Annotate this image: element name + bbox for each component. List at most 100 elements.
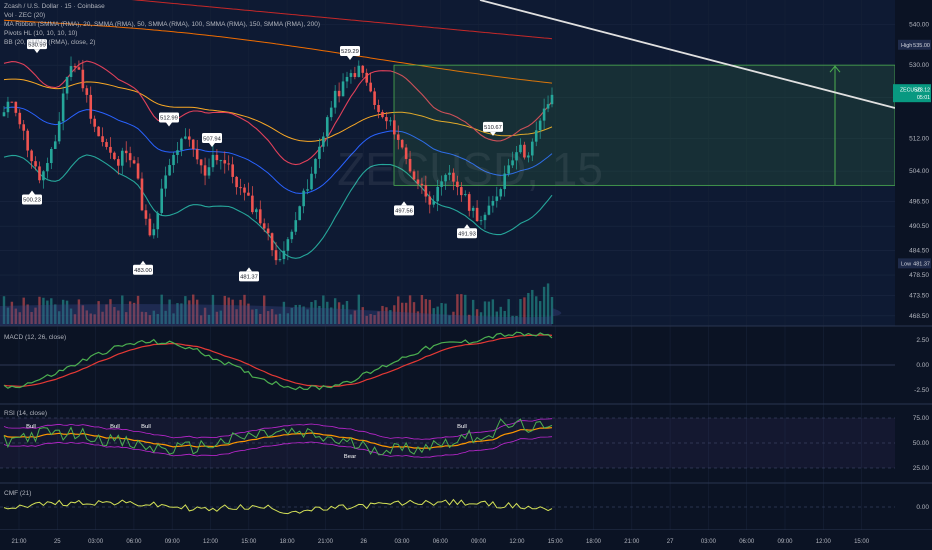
- candle-body: [424, 185, 428, 197]
- rsi-tick-label: 25.00: [913, 465, 930, 472]
- candle-body: [294, 220, 298, 232]
- candle-body: [42, 171, 45, 181]
- candle-body: [255, 209, 258, 213]
- price-tick-label: 484.50: [909, 248, 929, 255]
- candle-body: [463, 194, 467, 196]
- candle-body: [507, 165, 510, 174]
- candle-body: [310, 173, 313, 190]
- candle-body: [353, 73, 357, 77]
- candle-body: [195, 149, 199, 160]
- candle-body: [77, 67, 81, 70]
- candle-body: [61, 93, 65, 122]
- candle-body: [144, 210, 148, 219]
- candle-body: [322, 136, 325, 147]
- candle-body: [219, 160, 223, 162]
- candle-body: [22, 124, 26, 131]
- macd-tick-label: 0.00: [916, 362, 929, 369]
- candle-body: [274, 250, 278, 261]
- pivot-label: 500.23: [23, 198, 41, 204]
- price-tick-label: 478.50: [909, 272, 929, 279]
- price-tick-label: 540.00: [909, 21, 929, 28]
- candle-body: [385, 117, 388, 122]
- time-tick-label: 06:00: [126, 539, 142, 545]
- candle-body: [475, 207, 479, 222]
- candle-body: [479, 220, 483, 222]
- bull-signal-label: Bull: [110, 424, 120, 430]
- candle-body: [6, 101, 10, 113]
- bull-signal-label: Bull: [457, 424, 467, 430]
- pivot-label: 481.37: [240, 275, 258, 281]
- candle-body: [393, 120, 396, 135]
- candle-body: [199, 159, 203, 166]
- pivot-label: 507.94: [203, 136, 222, 142]
- candle-body: [377, 105, 380, 112]
- indicator-vol[interactable]: Vol · ZEC (20): [4, 11, 320, 20]
- time-tick-label: 03:00: [701, 539, 717, 545]
- time-tick-label: 09:00: [165, 539, 181, 545]
- price-tick-label: 496.50: [909, 199, 929, 206]
- candle-body: [81, 69, 85, 89]
- candle-body: [160, 188, 163, 213]
- indicator-pivots[interactable]: Pivots HL (10, 10, 10, 10): [4, 29, 320, 38]
- candle-body: [262, 223, 266, 229]
- candle-body: [471, 207, 475, 211]
- rsi-tick-label: 50.00: [913, 440, 930, 447]
- candle-body: [546, 104, 550, 109]
- candle-body: [207, 167, 211, 176]
- candle-body: [247, 192, 250, 196]
- candle-body: [357, 65, 361, 77]
- candle-body: [120, 150, 124, 166]
- candle-body: [128, 153, 132, 161]
- chart-stage: ZECUSD, 15 530.99 500.23 483.00 512.99 507.94…: [0, 0, 932, 550]
- candle-body: [408, 158, 412, 172]
- time-tick-label: 21:00: [624, 539, 640, 545]
- symbol-title: Zcash / U.S. Dollar · 15 · Coinbase: [4, 3, 105, 10]
- candle-body: [290, 231, 294, 240]
- pivot-label: 529.29: [341, 49, 359, 55]
- time-tick-label: 26: [360, 539, 367, 545]
- indicator-ma-ribbon[interactable]: MA Ribbon (SMMA (RMA), 20, SMMA (RMA), 5…: [4, 20, 320, 29]
- candle-body: [349, 73, 353, 77]
- candle-body: [341, 81, 345, 97]
- candle-body: [467, 194, 471, 211]
- pivot-label: 483.00: [134, 268, 152, 274]
- cmf-title[interactable]: CMF (21): [4, 490, 31, 497]
- candle-body: [373, 91, 376, 106]
- candle-body: [184, 136, 187, 139]
- rsi-title[interactable]: RSI (14, close): [4, 410, 47, 417]
- macd-tick-label: -2.50: [914, 387, 929, 394]
- candle-body: [396, 134, 400, 140]
- time-tick-label: 06:00: [433, 539, 449, 545]
- candle-body: [258, 209, 262, 224]
- time-tick-label: 25: [54, 539, 61, 545]
- price-tick-label: 473.50: [909, 292, 929, 299]
- time-tick-label: 21:00: [318, 539, 334, 545]
- candle-body: [436, 186, 439, 202]
- time-tick-label: 09:00: [471, 539, 487, 545]
- candle-body: [2, 112, 6, 117]
- candle-body: [534, 130, 538, 142]
- macd-tick-label: 2.50: [916, 337, 929, 344]
- candle-body: [266, 228, 270, 234]
- indicator-bb[interactable]: BB (20, SMMA (RMA), close, 2): [4, 38, 320, 47]
- chart-canvas[interactable]: ZECUSD, 15530.99500.23483.00512.99507.94…: [0, 0, 932, 550]
- candle-body: [523, 144, 526, 158]
- candle-body: [93, 118, 96, 127]
- candle-body: [515, 152, 518, 161]
- candle-body: [85, 88, 89, 95]
- candle-body: [538, 120, 542, 131]
- candle-body: [337, 90, 341, 97]
- candle-body: [124, 150, 128, 154]
- bull-signal-label: Bull: [141, 424, 151, 430]
- current-countdown: 05:01: [917, 95, 930, 101]
- candle-body: [187, 136, 191, 140]
- candle-body: [325, 117, 329, 137]
- candle-body: [113, 152, 116, 160]
- price-tick-label: 490.50: [909, 223, 929, 230]
- candle-body: [491, 200, 495, 206]
- candle-body: [460, 187, 463, 196]
- candle-body: [89, 94, 93, 119]
- candle-body: [239, 187, 242, 189]
- macd-title[interactable]: MACD (12, 26, close): [4, 334, 66, 341]
- price-tick-label: 504.00: [909, 168, 929, 175]
